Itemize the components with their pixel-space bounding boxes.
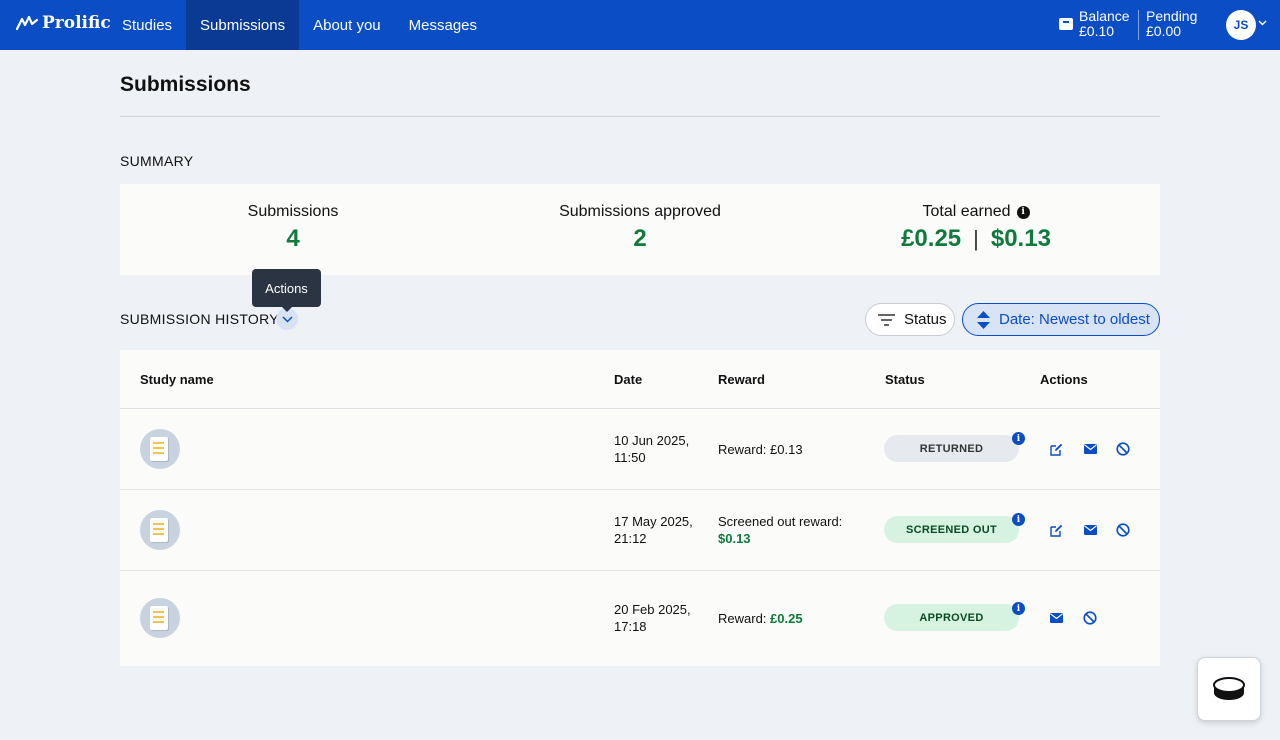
chat-widget-button[interactable]	[1197, 657, 1261, 721]
row-reward: Reward: £0.13	[718, 441, 803, 458]
nav-about-you[interactable]: About you	[299, 0, 395, 50]
avatar-chevron-down-icon[interactable]	[1258, 18, 1267, 29]
page-title: Submissions	[120, 73, 251, 96]
logo-mark-icon	[16, 16, 38, 30]
table-row[interactable]: 20 Feb 2025, 17:18 Reward: £0.25 APPROVE…	[120, 571, 1160, 666]
main-nav: Studies Submissions About you Messages	[108, 0, 491, 50]
earned-label: Total earned	[922, 203, 1011, 220]
nav-studies[interactable]: Studies	[108, 0, 186, 50]
row-reward-text: Reward:	[718, 611, 767, 626]
approved-label: Submissions approved	[559, 203, 721, 220]
sort-icon	[977, 310, 990, 329]
earned-separator: |	[973, 226, 979, 251]
chat-widget-icon	[1213, 677, 1245, 700]
block-icon[interactable]	[1115, 441, 1131, 457]
row-reward: Reward: £0.25	[718, 610, 803, 627]
history-heading: SUBMISSION HISTORY	[120, 311, 279, 327]
submissions-table: Study name Date Reward Status Actions 10…	[120, 350, 1160, 666]
date-sort-button[interactable]: Date: Newest to oldest	[962, 303, 1160, 336]
status-filter-button[interactable]: Status	[865, 303, 955, 336]
header-date: Date	[614, 372, 643, 387]
row-date-day: 20 Feb 2025,	[614, 602, 691, 617]
row-reward: Screened out reward: $0.13	[718, 513, 842, 547]
status-badge: SCREENED OUT	[884, 516, 1019, 543]
prolific-logo[interactable]: Prolific	[16, 13, 111, 33]
row-date-time: 17:18	[614, 619, 647, 634]
header-actions: Actions	[1040, 372, 1088, 387]
balance-divider	[1138, 10, 1139, 40]
title-divider	[120, 116, 1160, 117]
row-date-day: 10 Jun 2025,	[614, 433, 690, 448]
block-icon[interactable]	[1115, 522, 1131, 538]
mail-icon[interactable]	[1082, 441, 1098, 457]
edit-icon[interactable]	[1048, 522, 1064, 538]
nav-submissions[interactable]: Submissions	[186, 0, 300, 50]
summary-panel: Submissions 4 Submissions approved 2 Tot…	[120, 184, 1160, 275]
summary-approved: Submissions approved 2	[540, 203, 740, 253]
mail-icon[interactable]	[1048, 610, 1064, 626]
status-badge: RETURNED	[884, 435, 1019, 462]
table-row[interactable]: 10 Jun 2025, 11:50 Reward: £0.13 RETURNE…	[120, 409, 1160, 490]
actions-tooltip: Actions	[252, 269, 321, 312]
status-info-icon[interactable]: i	[1012, 513, 1025, 526]
pending[interactable]: Pending £0.00	[1146, 9, 1197, 39]
info-icon[interactable]: i	[1016, 205, 1030, 219]
summary-earned: Total earned i £0.25 | $0.13	[886, 203, 1066, 253]
edit-icon[interactable]	[1048, 441, 1064, 457]
header-reward: Reward	[718, 372, 765, 387]
nav-messages[interactable]: Messages	[395, 0, 491, 50]
balance-label: Balance	[1079, 8, 1130, 24]
submissions-label: Submissions	[247, 203, 339, 220]
status-badge: APPROVED	[884, 604, 1019, 631]
header-status: Status	[885, 372, 925, 387]
row-reward-text: Reward: £0.13	[718, 442, 803, 457]
balance-value: £0.10	[1079, 23, 1115, 39]
avatar[interactable]: JS	[1226, 10, 1256, 40]
status-filter-label: Status	[904, 311, 947, 328]
block-icon[interactable]	[1082, 610, 1098, 626]
row-date-time: 11:50	[614, 450, 646, 465]
summary-heading: SUMMARY	[120, 153, 194, 169]
document-icon	[140, 598, 180, 638]
row-date-time: 21:12	[614, 531, 647, 546]
pending-label: Pending	[1146, 8, 1198, 24]
submissions-count: 4	[286, 225, 300, 252]
row-date-day: 17 May 2025,	[614, 514, 693, 529]
top-navigation-bar: Prolific Studies Submissions About you M…	[0, 0, 1280, 50]
filter-icon	[878, 313, 895, 326]
approved-count: 2	[633, 225, 647, 252]
earned-values: £0.25 | $0.13	[886, 225, 1066, 253]
earned-gbp: £0.25	[901, 225, 962, 252]
balance[interactable]: Balance £0.10	[1079, 9, 1130, 39]
pending-value: £0.00	[1146, 23, 1182, 39]
row-reward-amount: $0.13	[718, 531, 751, 546]
table-row[interactable]: 17 May 2025, 21:12 Screened out reward: …	[120, 490, 1160, 571]
status-info-icon[interactable]: i	[1012, 432, 1025, 445]
logo-text: Prolific	[42, 13, 111, 33]
document-icon	[140, 429, 180, 469]
status-info-icon[interactable]: i	[1012, 602, 1025, 615]
date-sort-label: Date: Newest to oldest	[999, 311, 1150, 328]
mail-icon[interactable]	[1082, 522, 1098, 538]
wallet-icon	[1059, 18, 1073, 30]
document-icon	[140, 510, 180, 550]
chevron-down-icon	[281, 315, 293, 323]
earned-usd: $0.13	[990, 225, 1051, 252]
summary-submissions: Submissions 4	[213, 203, 373, 253]
row-reward-amount: £0.25	[770, 611, 803, 626]
row-date: 20 Feb 2025, 17:18	[614, 601, 691, 635]
row-date: 17 May 2025, 21:12	[614, 513, 693, 547]
row-reward-text: Screened out reward:	[718, 514, 843, 529]
row-date: 10 Jun 2025, 11:50	[614, 432, 689, 466]
header-study-name: Study name	[140, 372, 214, 387]
